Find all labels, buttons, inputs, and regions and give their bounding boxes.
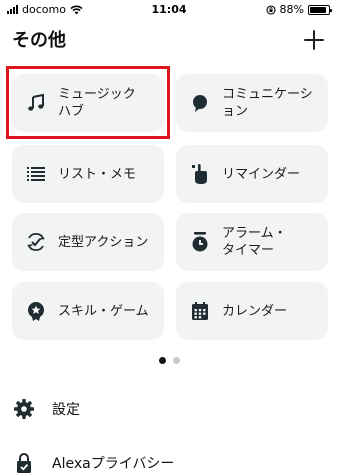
- page-title: その他: [12, 30, 66, 51]
- tile-lists-notes[interactable]: リスト・メモ: [12, 145, 164, 203]
- page-dot[interactable]: [172, 357, 180, 364]
- battery-percent: 88%: [279, 3, 304, 16]
- menu-item-label: Alexaプライバシー: [52, 456, 175, 472]
- menu-item-settings[interactable]: 設定: [12, 394, 80, 424]
- tile-routines[interactable]: 定型アクション: [12, 213, 164, 271]
- skill-badge-icon: [24, 299, 48, 323]
- page-indicator: [0, 357, 338, 364]
- selection-highlight: [6, 66, 170, 139]
- page-dot-active[interactable]: [158, 357, 166, 364]
- tile-label: 定型アクション: [58, 234, 149, 250]
- calendar-icon: [188, 299, 212, 323]
- tile-alarms-timers[interactable]: アラーム・ タイマー: [176, 213, 328, 271]
- privacy-lock-icon: [12, 451, 36, 474]
- tile-label: リマインダー: [222, 166, 301, 182]
- tile-skills-games[interactable]: スキル・ゲーム: [12, 282, 164, 340]
- tile-communication[interactable]: コミュニケーシ ョン: [176, 74, 328, 132]
- menu-item-alexa-privacy[interactable]: Alexaプライバシー: [12, 448, 174, 474]
- battery-area: 88%: [265, 3, 332, 16]
- status-bar: docomo 11:04 88%: [0, 0, 338, 20]
- tile-calendar[interactable]: カレンダー: [176, 282, 328, 340]
- menu-item-label: 設定: [52, 402, 80, 418]
- plus-icon: [304, 30, 324, 50]
- battery-level: [310, 6, 326, 13]
- list-icon: [24, 162, 48, 186]
- speech-bubble-icon: [188, 91, 212, 115]
- tile-label: アラーム・ タイマー: [222, 226, 287, 258]
- tile-label: カレンダー: [222, 303, 288, 319]
- routine-check-icon: [24, 230, 48, 254]
- orientation-lock-icon: [265, 4, 276, 15]
- battery-icon: [308, 4, 332, 15]
- gear-icon: [12, 397, 36, 421]
- add-button[interactable]: [300, 26, 328, 54]
- alarm-clock-icon: [188, 230, 212, 254]
- tile-label: コミュニケーシ ョン: [222, 87, 313, 119]
- tile-label: スキル・ゲーム: [58, 303, 149, 319]
- reminder-hand-icon: [188, 162, 212, 186]
- tile-label: リスト・メモ: [58, 166, 137, 182]
- tile-reminders[interactable]: リマインダー: [176, 145, 328, 203]
